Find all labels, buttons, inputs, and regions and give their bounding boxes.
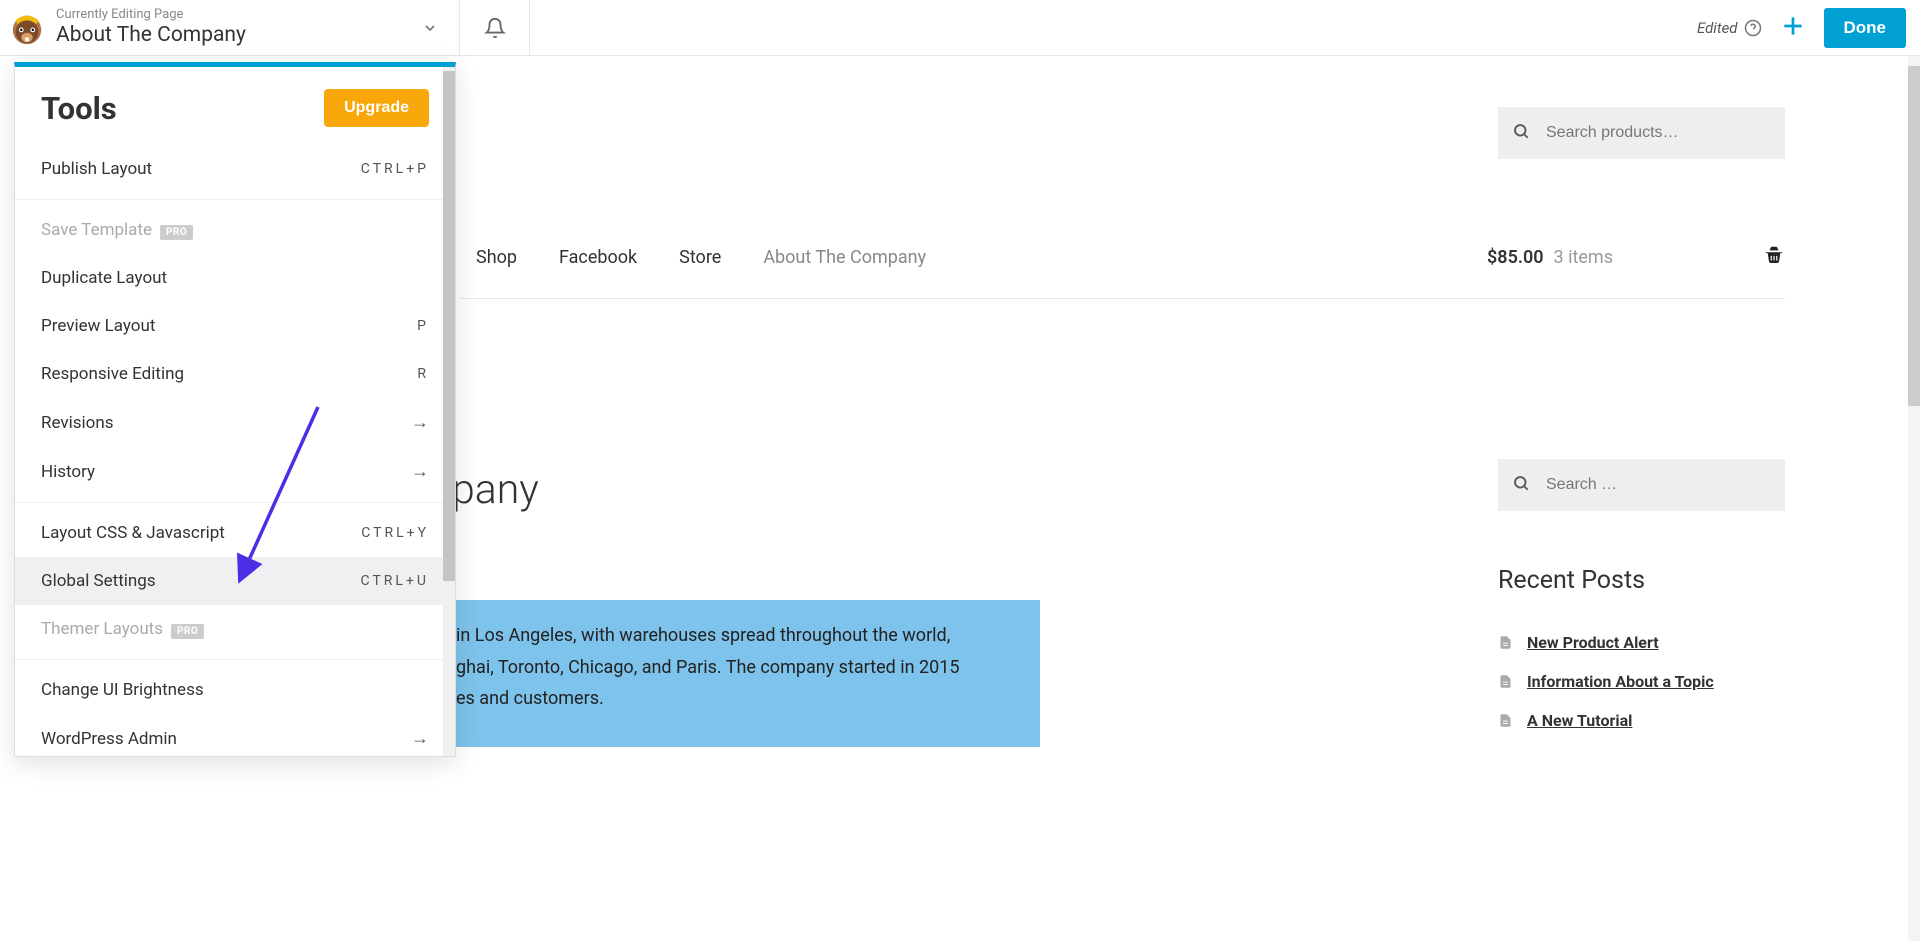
tools-menu-item[interactable]: History→ [15,447,455,496]
nav-link[interactable]: About The Company [763,247,926,268]
nav-link[interactable]: Shop [476,247,517,268]
recent-post-link[interactable]: Information About a Topic [1527,672,1714,691]
tools-menu-item: Themer LayoutsPRO [15,605,455,653]
sidebar-search [1498,459,1785,511]
recent-posts-heading: Recent Posts [1498,566,1785,595]
add-content-button[interactable] [1780,13,1806,43]
tools-menu-item[interactable]: Responsive EditingR [15,350,455,398]
primary-nav: Shop Facebook Store About The Company $85.0… [460,244,1785,299]
help-icon[interactable] [1744,19,1762,37]
basket-icon[interactable] [1763,244,1785,270]
beaver-builder-logo-icon [8,9,46,47]
editing-label: Currently Editing Page [56,7,417,23]
tools-menu-item: Save TemplatePRO [15,206,455,254]
tools-dropdown: Tools Upgrade Publish LayoutCTRL+P Save T… [14,62,456,757]
chevron-down-icon[interactable] [417,15,443,41]
notifications-button[interactable] [460,0,530,55]
tools-menu-item[interactable]: Publish LayoutCTRL+P [15,145,455,193]
tools-menu-item[interactable]: Duplicate Layout [15,254,455,302]
edited-status: Edited [1697,19,1762,37]
nav-link[interactable]: Facebook [559,247,637,268]
cart-price: $85.00 [1487,247,1544,268]
selected-text-block[interactable]: in Los Angeles, with warehouses spread t… [452,600,1040,747]
search-icon [1512,474,1530,496]
file-icon [1498,635,1513,650]
cart-item-count: 3 items [1554,247,1613,268]
file-icon [1498,674,1513,689]
tools-menu-item[interactable]: Layout CSS & JavascriptCTRL+Y [15,509,455,557]
recent-post-item: New Product Alert [1498,633,1785,652]
done-button[interactable]: Done [1824,8,1907,48]
pro-badge: PRO [160,225,193,240]
plus-icon [1780,13,1806,39]
right-sidebar: Recent Posts New Product Alert Informatio… [1498,459,1785,750]
page-title: About The Company [56,23,417,48]
tools-menu-item[interactable]: Global SettingsCTRL+U [15,557,455,605]
product-search [1498,107,1785,159]
bell-icon [484,17,506,39]
cart-summary[interactable]: $85.00 3 items [1487,247,1613,268]
nav-link[interactable]: Store [679,247,721,268]
recent-post-item: A New Tutorial [1498,711,1785,730]
page-heading-partial: pany [452,466,539,514]
keyboard-shortcut: R [417,366,429,382]
sidebar-search-input[interactable] [1498,459,1785,511]
tools-menu-item[interactable]: Preview LayoutP [15,302,455,350]
tools-menu-item[interactable]: Revisions→ [15,398,455,447]
recent-post-item: Information About a Topic [1498,672,1785,691]
page-vertical-scrollbar[interactable] [1908,56,1920,941]
tools-menu-item[interactable]: WordPress Admin→ [15,714,455,757]
tools-menu-item[interactable]: Change UI Brightness [15,666,455,714]
keyboard-shortcut: CTRL+P [361,161,429,177]
recent-post-link[interactable]: New Product Alert [1527,633,1659,652]
search-icon [1512,122,1530,144]
arrow-right-icon: → [411,728,429,749]
arrow-right-icon: → [411,461,429,482]
upgrade-button[interactable]: Upgrade [324,89,429,127]
pro-badge: PRO [171,624,204,639]
recent-post-link[interactable]: A New Tutorial [1527,711,1632,730]
keyboard-shortcut: CTRL+U [361,573,429,589]
keyboard-shortcut: CTRL+Y [361,525,429,541]
top-toolbar: Currently Editing Page About The Company… [0,0,1920,56]
product-search-input[interactable] [1498,107,1785,159]
arrow-right-icon: → [411,412,429,433]
tools-title: Tools [41,90,117,127]
tools-scrollbar[interactable] [443,67,455,756]
page-selector[interactable]: Currently Editing Page About The Company [0,0,460,55]
file-icon [1498,713,1513,728]
keyboard-shortcut: P [417,318,429,334]
